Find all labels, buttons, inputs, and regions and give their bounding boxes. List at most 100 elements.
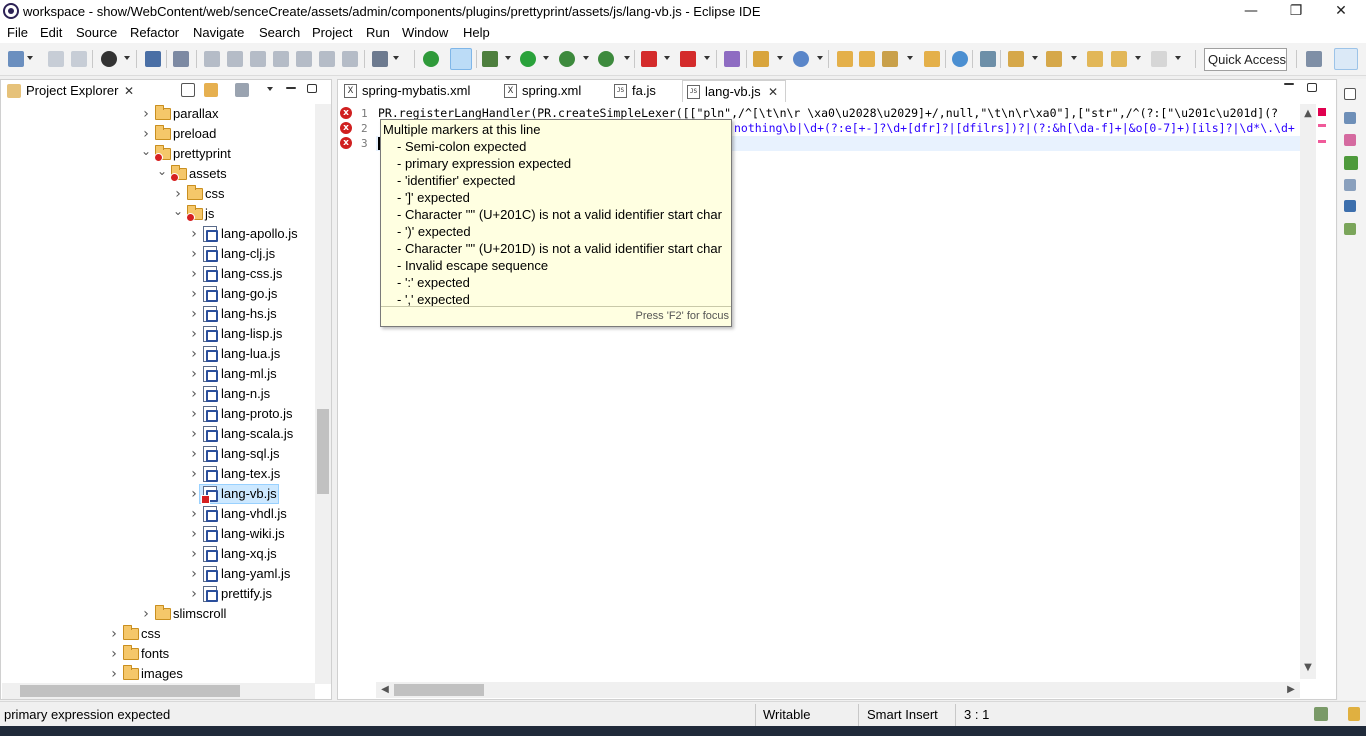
- outline-icon[interactable]: [1344, 112, 1356, 124]
- expand-chevron-icon[interactable]: ›: [189, 504, 199, 524]
- overview-error-marker[interactable]: [1318, 124, 1326, 127]
- run-dropdown-icon[interactable]: [543, 56, 549, 60]
- editor-minimize-icon[interactable]: [1284, 83, 1294, 85]
- overview-error-marker[interactable]: [1318, 140, 1326, 143]
- menu-navigate[interactable]: Navigate: [193, 25, 244, 40]
- prev-annotation-icon[interactable]: [1046, 51, 1062, 67]
- step-over-icon[interactable]: [319, 51, 335, 67]
- expand-chevron-icon[interactable]: ›: [141, 104, 151, 124]
- error-marker-icon[interactable]: x: [340, 107, 352, 119]
- tab-spring-mybatis[interactable]: X spring-mybatis.xml: [340, 80, 500, 102]
- servers-icon[interactable]: [1344, 156, 1358, 170]
- expand-chevron-icon[interactable]: ›: [189, 224, 199, 244]
- format-icon[interactable]: [372, 51, 388, 67]
- suspend-icon[interactable]: [227, 51, 243, 67]
- forward-icon[interactable]: [1151, 51, 1167, 67]
- coverage-icon[interactable]: [559, 51, 575, 67]
- new-web-icon[interactable]: [793, 51, 809, 67]
- menu-edit[interactable]: Edit: [40, 25, 62, 40]
- expand-chevron-icon[interactable]: ›: [189, 324, 199, 344]
- stop-icon[interactable]: [641, 51, 657, 67]
- stop-server-icon[interactable]: [680, 51, 696, 67]
- next-annotation-icon[interactable]: [1008, 51, 1024, 67]
- console-icon[interactable]: [1344, 200, 1356, 212]
- expand-chevron-icon[interactable]: ›: [109, 664, 119, 684]
- menu-file[interactable]: File: [7, 25, 28, 40]
- back-dropdown-icon[interactable]: [1135, 56, 1141, 60]
- external-tools-dropdown-icon[interactable]: [624, 56, 630, 60]
- expand-chevron-icon[interactable]: ›: [189, 344, 199, 364]
- new-class-icon[interactable]: [753, 51, 769, 67]
- overview-error-marker[interactable]: [1318, 108, 1326, 116]
- open-type-icon[interactable]: [837, 51, 853, 67]
- expand-chevron-icon[interactable]: ›: [189, 544, 199, 564]
- format-dropdown-icon[interactable]: [393, 56, 399, 60]
- prev-annotation-dropdown-icon[interactable]: [1071, 56, 1077, 60]
- minimize-button[interactable]: —: [1228, 0, 1274, 23]
- resume-icon[interactable]: [204, 51, 220, 67]
- explorer-horizontal-scroll-thumb[interactable]: [20, 685, 240, 697]
- error-marker-icon[interactable]: x: [340, 122, 352, 134]
- editor-vertical-scrollbar[interactable]: ▲ ▼: [1300, 104, 1316, 679]
- expand-chevron-icon[interactable]: ›: [189, 584, 199, 604]
- scroll-right-icon[interactable]: ▶: [1286, 680, 1296, 700]
- expand-chevron-icon[interactable]: ›: [189, 484, 199, 504]
- menu-project[interactable]: Project: [312, 25, 352, 40]
- error-marker-icon[interactable]: x: [340, 137, 352, 149]
- power-icon[interactable]: [423, 51, 439, 67]
- editor-horizontal-scroll-thumb[interactable]: [394, 684, 484, 696]
- disconnect-icon[interactable]: [273, 51, 289, 67]
- run-icon[interactable]: [520, 51, 536, 67]
- skip-breakpoints-icon[interactable]: [173, 51, 189, 67]
- minimize-view-icon[interactable]: [286, 87, 296, 89]
- open-task-icon[interactable]: [924, 51, 940, 67]
- tab-fa-js[interactable]: JS fa.js: [610, 80, 676, 102]
- scroll-up-icon[interactable]: ▲: [1303, 104, 1313, 124]
- expand-chevron-icon[interactable]: ›: [189, 444, 199, 464]
- ant-icon[interactable]: [980, 51, 996, 67]
- new-web-dropdown-icon[interactable]: [817, 56, 823, 60]
- profile-dropdown-icon[interactable]: [124, 56, 130, 60]
- search-tool-icon[interactable]: [882, 51, 898, 67]
- problem-hover-popup[interactable]: Multiple markers at this line - Semi-col…: [380, 119, 732, 327]
- scroll-left-icon[interactable]: ◀: [380, 680, 390, 700]
- expand-chevron-icon[interactable]: ›: [189, 564, 199, 584]
- external-tools-icon[interactable]: [598, 51, 614, 67]
- expand-chevron-icon[interactable]: ›: [141, 604, 151, 624]
- expand-chevron-icon[interactable]: ›: [109, 644, 119, 664]
- expand-chevron-icon[interactable]: ›: [189, 284, 199, 304]
- new-package-icon[interactable]: [724, 51, 740, 67]
- new-class-dropdown-icon[interactable]: [777, 56, 783, 60]
- expand-chevron-icon[interactable]: ›: [141, 124, 151, 144]
- last-edit-icon[interactable]: [1087, 51, 1103, 67]
- explorer-horizontal-scrollbar[interactable]: [2, 683, 315, 699]
- search-dropdown-icon[interactable]: [907, 56, 913, 60]
- debug-profile-icon[interactable]: [101, 51, 117, 67]
- save-all-icon[interactable]: [71, 51, 87, 67]
- java-ee-perspective-icon[interactable]: [1334, 48, 1358, 70]
- step-into-icon[interactable]: [296, 51, 312, 67]
- collapse-all-icon[interactable]: [181, 83, 195, 97]
- forward-dropdown-icon[interactable]: [1175, 56, 1181, 60]
- stop-dropdown-icon[interactable]: [664, 56, 670, 60]
- back-icon[interactable]: [1111, 51, 1127, 67]
- debug-dropdown-icon[interactable]: [505, 56, 511, 60]
- debug-icon[interactable]: [482, 51, 498, 67]
- open-folder-icon[interactable]: [859, 51, 875, 67]
- mark-occurrences-icon[interactable]: [450, 48, 472, 70]
- expand-chevron-icon[interactable]: ›: [189, 404, 199, 424]
- menu-refactor[interactable]: Refactor: [130, 25, 179, 40]
- tab-lang-vb-js[interactable]: JS lang-vb.js ✕: [682, 80, 786, 102]
- new-dropdown-icon[interactable]: [27, 56, 33, 60]
- tab-spring[interactable]: X spring.xml: [500, 80, 616, 102]
- terminate-icon[interactable]: [250, 51, 266, 67]
- notification-icon[interactable]: [1348, 707, 1360, 721]
- expand-chevron-icon[interactable]: ›: [189, 304, 199, 324]
- snippets-icon[interactable]: [1344, 223, 1356, 235]
- tab-close-icon[interactable]: ✕: [768, 81, 778, 103]
- editor-maximize-icon[interactable]: [1307, 83, 1317, 92]
- menu-help[interactable]: Help: [463, 25, 490, 40]
- expand-chevron-icon[interactable]: ›: [109, 624, 119, 644]
- menu-search[interactable]: Search: [259, 25, 300, 40]
- restore-view-icon[interactable]: [1344, 88, 1356, 100]
